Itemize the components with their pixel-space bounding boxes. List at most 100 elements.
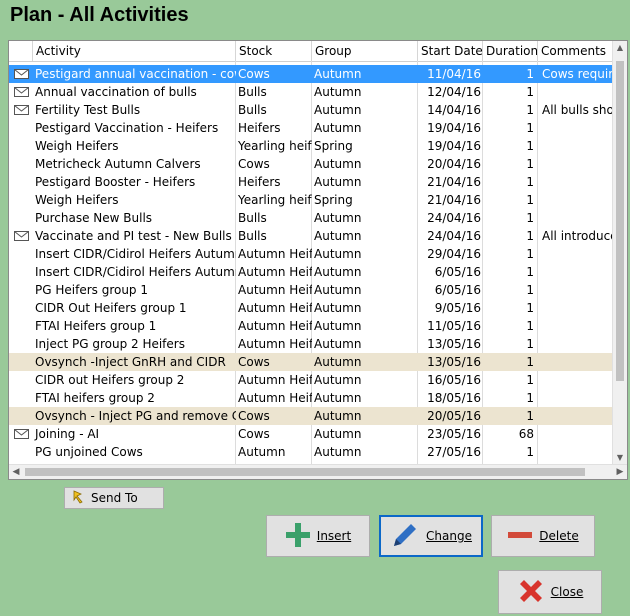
activity-cell: Inject PG group 2 Heifers xyxy=(35,337,185,351)
activity-cell: Metricheck Autumn Calvers xyxy=(35,157,201,171)
duration-cell: 1 xyxy=(526,103,534,117)
row-icon-cell xyxy=(9,83,33,101)
table-row[interactable]: Pestigard Booster - Heifers Heifers Autumn… xyxy=(9,173,615,191)
start-date-cell: 12/04/16 xyxy=(427,85,481,99)
group-cell: Autumn xyxy=(314,409,362,423)
table-row[interactable]: Weigh Heifers Yearling heife Spring 21/04/1… xyxy=(9,191,615,209)
horizontal-scrollbar[interactable]: ◀ ▶ xyxy=(9,464,627,479)
table-row[interactable]: Purchase New Bulls Bulls Autumn 24/04/16 1 xyxy=(9,209,615,227)
scroll-left-icon[interactable]: ◀ xyxy=(9,465,23,479)
activities-grid[interactable]: Activity Stock Group Start Date Duration… xyxy=(8,40,628,480)
horizontal-scroll-thumb[interactable] xyxy=(25,468,585,476)
start-date-cell: 20/05/16 xyxy=(427,409,481,423)
table-row[interactable]: Metricheck Autumn Calvers Cows Autumn 20/04… xyxy=(9,155,615,173)
activity-cell: Pestigard Booster - Heifers xyxy=(35,175,196,189)
start-date-cell: 27/05/16 xyxy=(427,445,481,459)
group-cell: Autumn xyxy=(314,247,362,261)
change-button[interactable]: Change xyxy=(379,515,483,557)
table-row[interactable]: CIDR Out Heifers group 1 Autumn HeifeAutu… xyxy=(9,299,615,317)
row-icon-cell xyxy=(9,353,33,371)
duration-cell: 1 xyxy=(526,229,534,243)
activity-cell: FTAI Heifers group 1 xyxy=(35,319,157,333)
header-icon-col xyxy=(9,41,33,61)
stock-cell: Bulls xyxy=(238,229,267,243)
group-cell: Autumn xyxy=(314,175,362,189)
table-row[interactable]: Pestigard annual vaccination - cows Cows A… xyxy=(9,65,615,83)
start-date-cell: 18/05/16 xyxy=(427,391,481,405)
send-to-button[interactable]: Send To xyxy=(64,487,164,509)
comments-cell: All introduce xyxy=(542,229,615,243)
activity-cell: Joining - AI xyxy=(35,427,100,441)
close-button[interactable]: Close xyxy=(498,570,602,614)
change-label: Change xyxy=(426,529,472,543)
duration-cell: 1 xyxy=(526,409,534,423)
duration-cell: 68 xyxy=(518,427,534,441)
start-date-cell: 19/04/16 xyxy=(427,121,481,135)
column-header-activity[interactable]: Activity xyxy=(33,41,236,61)
activity-cell: Weigh Heifers xyxy=(35,139,119,153)
table-row[interactable]: Pestigard Vaccination - Heifers Heifers Au… xyxy=(9,119,615,137)
group-cell: Autumn xyxy=(314,85,362,99)
table-row[interactable]: Insert CIDR/Cidirol Heifers Autumn g Autu… xyxy=(9,263,615,281)
start-date-cell: 11/04/16 xyxy=(427,67,481,81)
table-row[interactable]: Annual vaccination of bulls Bulls Autumn 12… xyxy=(9,83,615,101)
comments-cell xyxy=(538,245,615,263)
column-header-start-date[interactable]: Start Date xyxy=(418,41,483,61)
column-header-duration[interactable]: Duration xyxy=(483,41,538,61)
scroll-up-icon[interactable]: ▲ xyxy=(613,41,627,55)
table-row[interactable]: PG Heifers group 1 Autumn HeifeAutumn 6/05… xyxy=(9,281,615,299)
column-header-comments[interactable]: Comments xyxy=(538,41,615,61)
row-icon-cell xyxy=(9,65,33,83)
comments-cell xyxy=(538,263,615,281)
duration-cell: 1 xyxy=(526,373,534,387)
comments-cell xyxy=(538,137,615,155)
comments-cell xyxy=(538,155,615,173)
stock-cell: Autumn Heife xyxy=(238,301,312,315)
table-row[interactable]: CIDR out Heifers group 2 Autumn HeifeAutu… xyxy=(9,371,615,389)
window-title: Plan - All Activities xyxy=(10,4,189,26)
table-row[interactable]: Weigh Heifers Yearling heife Spring 19/04/1… xyxy=(9,137,615,155)
group-cell: Autumn xyxy=(314,103,362,117)
table-row[interactable]: Insert CIDR/Cidirol Heifers Autumn g Autu… xyxy=(9,245,615,263)
duration-cell: 1 xyxy=(526,265,534,279)
table-row[interactable]: Vaccinate and PI test - New Bulls Bulls Au… xyxy=(9,227,615,245)
group-cell: Autumn xyxy=(314,211,362,225)
table-row[interactable]: Ovsynch -Inject GnRH and CIDR Cows Autumn 1… xyxy=(9,353,615,371)
stock-cell: Bulls xyxy=(238,85,267,99)
group-cell: Spring xyxy=(314,139,353,153)
row-icon-cell xyxy=(9,263,33,281)
insert-button[interactable]: Insert xyxy=(266,515,370,557)
table-row[interactable]: Joining - AI Cows Autumn 23/05/16 68 xyxy=(9,425,615,443)
start-date-cell: 13/05/16 xyxy=(427,355,481,369)
vertical-scroll-thumb[interactable] xyxy=(616,61,624,381)
column-header-group[interactable]: Group xyxy=(312,41,418,61)
table-row[interactable]: Ovsynch - Inject PG and remove CID Cows Au… xyxy=(9,407,615,425)
group-cell: Autumn xyxy=(314,301,362,315)
activity-cell: PG unjoined Cows xyxy=(35,445,143,459)
table-row[interactable]: Fertility Test Bulls Bulls Autumn 14/04/16 1… xyxy=(9,101,615,119)
group-cell: Autumn xyxy=(314,355,362,369)
send-to-icon xyxy=(71,489,85,507)
table-row[interactable]: Inject PG group 2 Heifers Autumn HeifeAut… xyxy=(9,335,615,353)
stock-cell: Autumn Heife xyxy=(238,337,312,351)
column-header-stock[interactable]: Stock xyxy=(236,41,312,61)
table-row[interactable]: FTAI Heifers group 1Autumn HeifeAutumn11… xyxy=(9,317,615,335)
vertical-scrollbar[interactable]: ▲ ▼ xyxy=(612,41,627,465)
row-icon-cell xyxy=(9,443,33,461)
table-row[interactable]: PG unjoined Cows Autumn Autumn 27/05/16 1 xyxy=(9,443,615,461)
comments-cell xyxy=(538,191,615,209)
activity-cell: Pestigard Vaccination - Heifers xyxy=(35,121,219,135)
row-icon-cell xyxy=(9,425,33,443)
stock-cell: Autumn Heife xyxy=(238,265,312,279)
duration-cell: 1 xyxy=(526,157,534,171)
stock-cell: Autumn Heife xyxy=(238,283,312,297)
delete-label: Delete xyxy=(539,529,579,543)
stock-cell: Autumn Heife xyxy=(238,319,312,333)
activity-cell: Insert CIDR/Cidirol Heifers Autumn g xyxy=(35,265,236,279)
start-date-cell: 24/04/16 xyxy=(427,229,481,243)
table-row[interactable]: FTAI heifers group 2 Autumn HeifeAutumn 18… xyxy=(9,389,615,407)
scroll-right-icon[interactable]: ▶ xyxy=(613,465,627,479)
delete-button[interactable]: Delete xyxy=(491,515,595,557)
envelope-icon xyxy=(13,429,29,439)
scroll-down-icon[interactable]: ▼ xyxy=(613,451,627,465)
